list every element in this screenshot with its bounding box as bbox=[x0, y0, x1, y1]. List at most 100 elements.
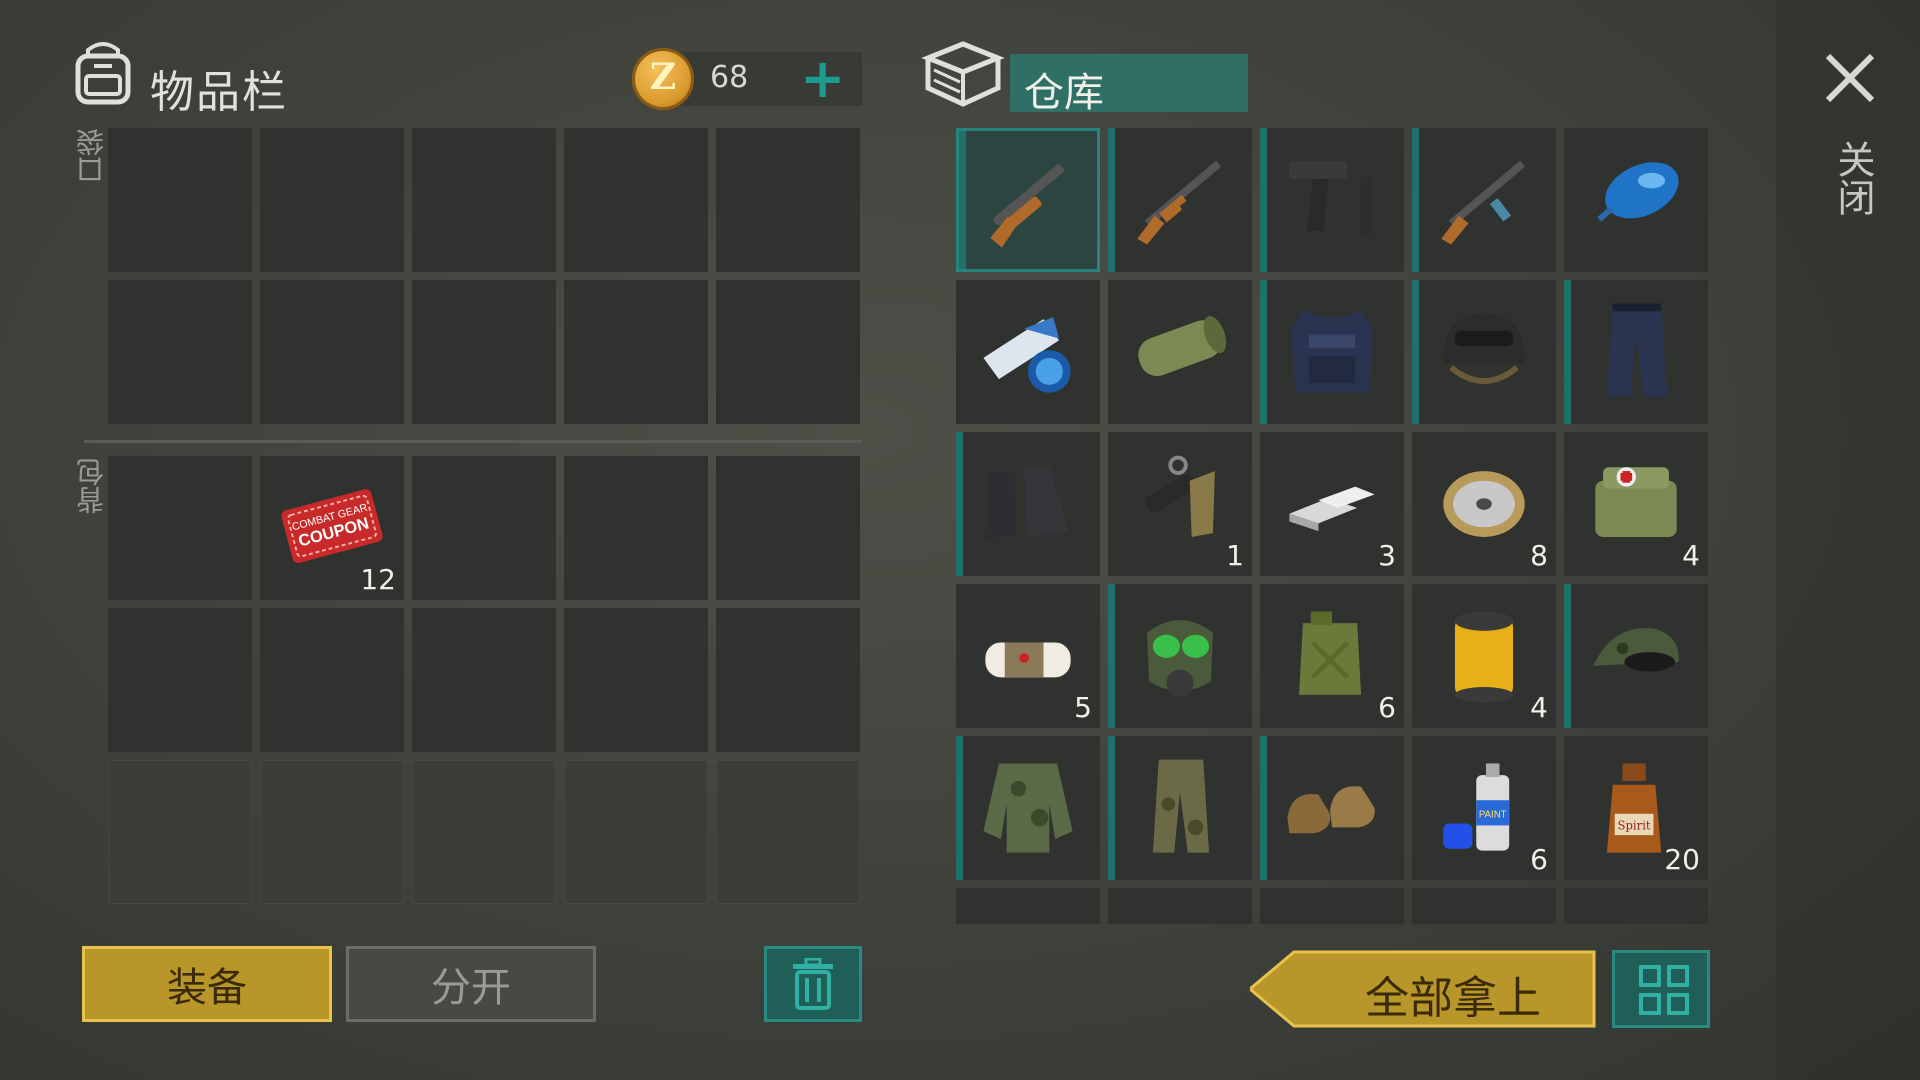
pocket-slot[interactable] bbox=[716, 280, 860, 424]
warehouse-slot[interactable]: 3 bbox=[1260, 432, 1404, 576]
warehouse-slot[interactable] bbox=[1412, 280, 1556, 424]
warehouse-slot[interactable] bbox=[1108, 888, 1252, 924]
pocket-slot[interactable] bbox=[108, 280, 252, 424]
backpack-icon bbox=[75, 42, 131, 105]
warehouse-slot[interactable] bbox=[1412, 888, 1556, 924]
metal-bars-icon bbox=[1289, 486, 1375, 532]
backpack-slot[interactable] bbox=[412, 760, 556, 904]
warehouse-slot[interactable] bbox=[1564, 888, 1708, 924]
coin-icon: Z bbox=[632, 48, 694, 110]
backpack-slot[interactable] bbox=[716, 456, 860, 600]
warehouse-slot[interactable]: PAINT 6 bbox=[1412, 736, 1556, 880]
backpack-slot[interactable] bbox=[108, 456, 252, 600]
backpack-slot[interactable] bbox=[564, 760, 708, 904]
split-button[interactable]: 分开 bbox=[346, 946, 596, 1022]
camo-pants-icon bbox=[1152, 759, 1210, 853]
sort-grid-button[interactable] bbox=[1612, 950, 1710, 1028]
section-divider bbox=[84, 440, 862, 443]
item-count: 4 bbox=[1682, 539, 1700, 572]
warehouse-slot[interactable] bbox=[1260, 280, 1404, 424]
warehouse-slot[interactable]: 4 bbox=[1412, 584, 1556, 728]
bottle-label: Spirit bbox=[1618, 818, 1651, 832]
warehouse-slot[interactable] bbox=[1108, 128, 1252, 272]
item-count: 5 bbox=[1074, 691, 1092, 724]
pocket-slot[interactable] bbox=[260, 128, 404, 272]
warehouse-slot[interactable]: Spirit 20 bbox=[1564, 736, 1708, 880]
pocket-slot[interactable] bbox=[564, 128, 708, 272]
warehouse-slot[interactable]: 5 bbox=[956, 584, 1100, 728]
warehouse-slot[interactable] bbox=[1564, 128, 1708, 272]
item-count: 8 bbox=[1530, 539, 1548, 572]
backpack-slot[interactable] bbox=[412, 456, 556, 600]
grid-layout-icon bbox=[1639, 965, 1689, 1015]
backpack-slot[interactable] bbox=[564, 456, 708, 600]
warehouse-slot[interactable] bbox=[956, 888, 1100, 924]
police-pants-icon bbox=[1606, 303, 1667, 397]
pocket-slot[interactable] bbox=[412, 280, 556, 424]
warehouse-slot[interactable] bbox=[1108, 280, 1252, 424]
pocket-slot[interactable] bbox=[260, 280, 404, 424]
combat-boots-icon bbox=[985, 467, 1069, 539]
pocket-slot[interactable] bbox=[412, 128, 556, 272]
coin-balance: Z 68 + bbox=[632, 48, 862, 110]
bandage-icon bbox=[985, 642, 1071, 678]
item-count: 6 bbox=[1378, 691, 1396, 724]
warehouse-slot[interactable] bbox=[1260, 128, 1404, 272]
backpack-slot[interactable] bbox=[716, 760, 860, 904]
backpack-slot[interactable] bbox=[260, 760, 404, 904]
warehouse-slot[interactable]: 1 bbox=[1108, 432, 1252, 576]
trash-icon bbox=[793, 958, 833, 1010]
warehouse-slot[interactable] bbox=[1564, 280, 1708, 424]
warehouse-slot[interactable] bbox=[1260, 736, 1404, 880]
storage-box-icon bbox=[921, 41, 1005, 107]
coin-count: 68 bbox=[710, 60, 749, 95]
item-count: 3 bbox=[1378, 539, 1396, 572]
close-label[interactable]: 关闭 bbox=[1826, 140, 1881, 216]
warehouse-title: 仓库 bbox=[1024, 70, 1104, 116]
warehouse-slot[interactable] bbox=[1260, 888, 1404, 924]
warehouse-slot[interactable]: 6 bbox=[1260, 584, 1404, 728]
magazine-and-tape-icon bbox=[983, 317, 1071, 393]
warehouse-slot[interactable] bbox=[1108, 736, 1252, 880]
scoped-assault-rifle-icon bbox=[1441, 160, 1526, 245]
warehouse-slot[interactable] bbox=[1412, 128, 1556, 272]
backpack-grid: COMBAT GEAR COUPON 12 bbox=[108, 456, 860, 904]
gun-parts-icon bbox=[1145, 455, 1215, 537]
pistol-with-silencer-icon bbox=[1289, 161, 1373, 237]
pocket-label: 口袋 bbox=[75, 128, 108, 184]
backpack-slot[interactable] bbox=[260, 608, 404, 752]
equip-button[interactable]: 装备 bbox=[82, 946, 332, 1022]
backpack-slot[interactable] bbox=[716, 608, 860, 752]
backpack-slot[interactable]: COMBAT GEAR COUPON 12 bbox=[260, 456, 404, 600]
backpack-label: 背包 bbox=[75, 458, 108, 514]
item-count: 1 bbox=[1226, 539, 1244, 572]
pocket-slot[interactable] bbox=[564, 280, 708, 424]
warehouse-slot[interactable] bbox=[1108, 584, 1252, 728]
item-count: 12 bbox=[360, 563, 396, 596]
backpack-slot[interactable] bbox=[108, 608, 252, 752]
item-count: 20 bbox=[1664, 843, 1700, 876]
inventory-title: 物品栏 bbox=[150, 67, 288, 118]
warehouse-slot[interactable] bbox=[956, 736, 1100, 880]
wire-spool-icon bbox=[1443, 471, 1525, 537]
warehouse-slot[interactable] bbox=[1564, 584, 1708, 728]
warehouse-slot[interactable] bbox=[956, 128, 1100, 272]
warehouse-slot[interactable]: 4 bbox=[1564, 432, 1708, 576]
warehouse-slot[interactable] bbox=[956, 280, 1100, 424]
backpack-slot[interactable] bbox=[412, 608, 556, 752]
warehouse-slot[interactable]: 8 bbox=[1412, 432, 1556, 576]
trash-button[interactable] bbox=[764, 946, 862, 1022]
backpack-slot[interactable] bbox=[564, 608, 708, 752]
backpack-slot[interactable] bbox=[108, 760, 252, 904]
add-coins-button[interactable]: + bbox=[800, 48, 845, 110]
close-icon[interactable] bbox=[1820, 48, 1880, 108]
take-all-label[interactable]: 全部拿上 bbox=[1310, 962, 1596, 1026]
pocket-slot[interactable] bbox=[108, 128, 252, 272]
jerry-can-icon bbox=[1299, 611, 1362, 695]
pocket-slot[interactable] bbox=[716, 128, 860, 272]
item-count: 4 bbox=[1530, 691, 1548, 724]
spray-paint-icon: PAINT bbox=[1443, 763, 1510, 851]
ak47-rifle-icon bbox=[1137, 160, 1222, 245]
police-vest-icon bbox=[1291, 309, 1373, 393]
warehouse-slot[interactable] bbox=[956, 432, 1100, 576]
